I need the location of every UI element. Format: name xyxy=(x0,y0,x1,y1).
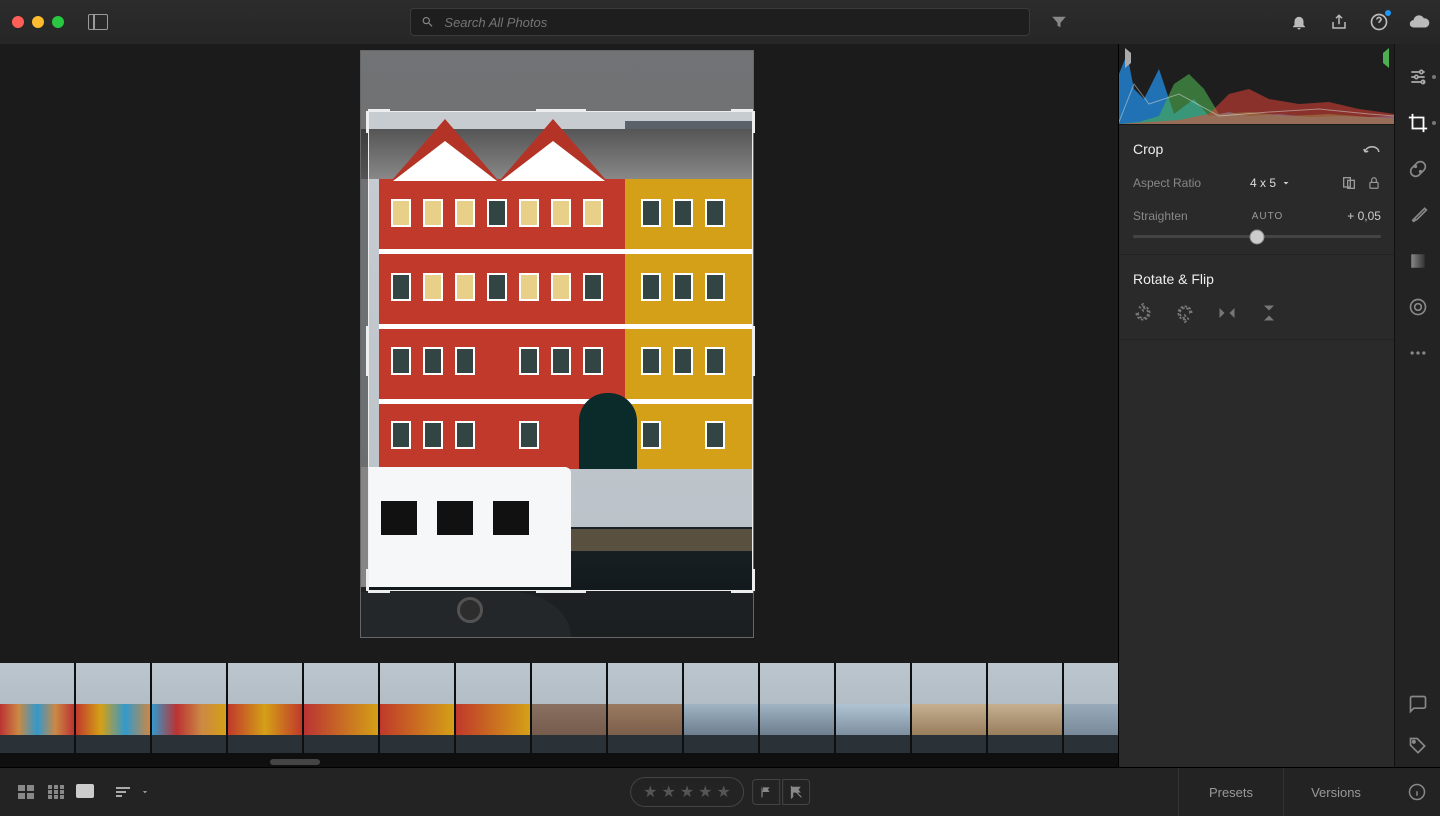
radial-gradient-icon[interactable] xyxy=(1395,284,1440,330)
minimize-window-button[interactable] xyxy=(32,16,44,28)
more-icon[interactable] xyxy=(1395,330,1440,376)
notifications-icon[interactable] xyxy=(1288,11,1310,33)
cloud-sync-icon[interactable] xyxy=(1408,11,1430,33)
histogram-clip-left-icon[interactable] xyxy=(1125,48,1141,68)
right-toolrail xyxy=(1394,44,1440,768)
histogram-clip-right-icon[interactable] xyxy=(1373,48,1389,68)
grid-view-button[interactable] xyxy=(16,784,36,800)
preset-versions-group: Presets Versions xyxy=(1178,768,1388,816)
sort-control[interactable] xyxy=(114,785,150,799)
close-window-button[interactable] xyxy=(12,16,24,28)
workspace: /*placeholder*/ xyxy=(0,44,1395,768)
straighten-label: Straighten xyxy=(1133,209,1188,223)
filmstrip-thumb[interactable] xyxy=(304,663,378,753)
rating-tools: ★★★★★ xyxy=(630,777,810,807)
crop-tool-icon[interactable] xyxy=(1395,100,1440,146)
healing-icon[interactable] xyxy=(1395,146,1440,192)
chevron-down-icon xyxy=(1280,177,1292,189)
filmstrip[interactable] xyxy=(0,663,1118,768)
filmstrip-thumb[interactable] xyxy=(0,663,74,753)
aspect-ratio-value: 4 x 5 xyxy=(1250,176,1276,190)
straighten-auto-button[interactable]: AUTO xyxy=(1252,211,1284,222)
rotate-flip-title: Rotate & Flip xyxy=(1133,271,1214,287)
filmstrip-thumb[interactable] xyxy=(912,663,986,753)
search-field[interactable] xyxy=(410,8,1030,36)
lock-aspect-icon[interactable] xyxy=(1367,175,1381,191)
filmstrip-thumb[interactable] xyxy=(152,663,226,753)
presets-button[interactable]: Presets xyxy=(1178,768,1283,816)
scrollbar-thumb[interactable] xyxy=(270,759,320,765)
straighten-value: + 0,05 xyxy=(1347,209,1381,223)
search-input[interactable] xyxy=(442,14,1019,31)
brush-icon[interactable] xyxy=(1395,192,1440,238)
canvas-column: /*placeholder*/ xyxy=(0,44,1118,768)
filmstrip-thumb[interactable] xyxy=(380,663,454,753)
filmstrip-scrollbar[interactable] xyxy=(0,758,1118,766)
filmstrip-thumb[interactable] xyxy=(760,663,834,753)
flag-pick-button[interactable] xyxy=(752,779,780,805)
help-icon[interactable] xyxy=(1368,11,1390,33)
flag-reject-button[interactable] xyxy=(782,779,810,805)
crop-panel: Crop Aspect Ratio 4 x 5 xyxy=(1118,44,1395,768)
bottombar: ★★★★★ Presets Versions xyxy=(0,767,1440,816)
fullscreen-window-button[interactable] xyxy=(52,16,64,28)
star-rating[interactable]: ★★★★★ xyxy=(630,777,744,807)
rotate-cw-icon[interactable] xyxy=(1175,303,1195,323)
info-button[interactable] xyxy=(1408,783,1426,801)
square-grid-button[interactable] xyxy=(46,784,66,800)
reset-crop-icon[interactable] xyxy=(1363,142,1381,156)
filter-button[interactable] xyxy=(1050,13,1068,31)
flip-vertical-icon[interactable] xyxy=(1259,303,1279,323)
keywords-icon[interactable] xyxy=(1395,736,1440,756)
filmstrip-thumb[interactable] xyxy=(988,663,1062,753)
edit-sliders-icon[interactable] xyxy=(1395,54,1440,100)
filmstrip-thumb[interactable] xyxy=(532,663,606,753)
straighten-slider[interactable] xyxy=(1133,235,1381,238)
chevron-down-icon xyxy=(140,787,150,797)
filmstrip-scroll[interactable] xyxy=(0,663,1118,754)
crop-section: Crop Aspect Ratio 4 x 5 xyxy=(1119,125,1395,255)
titlebar xyxy=(0,0,1440,45)
versions-button[interactable]: Versions xyxy=(1283,768,1388,816)
filmstrip-thumb[interactable] xyxy=(684,663,758,753)
aspect-ratio-label: Aspect Ratio xyxy=(1133,176,1201,190)
flip-horizontal-icon[interactable] xyxy=(1217,303,1237,323)
rotate-flip-section: Rotate & Flip xyxy=(1119,255,1395,340)
comments-icon[interactable] xyxy=(1395,694,1440,714)
window-controls xyxy=(12,16,64,28)
filmstrip-thumb[interactable] xyxy=(76,663,150,753)
linear-gradient-icon[interactable] xyxy=(1395,238,1440,284)
rotate-aspect-icon[interactable] xyxy=(1341,175,1357,191)
view-mode-group xyxy=(16,784,94,800)
canvas-zone[interactable]: /*placeholder*/ xyxy=(0,44,1118,663)
toggle-sidebar-button[interactable] xyxy=(88,14,108,30)
filmstrip-thumb[interactable] xyxy=(836,663,910,753)
detail-view-button[interactable] xyxy=(76,784,94,798)
search-icon xyxy=(421,15,434,29)
filmstrip-thumb[interactable] xyxy=(608,663,682,753)
filmstrip-thumb[interactable] xyxy=(228,663,302,753)
crop-frame[interactable] xyxy=(368,111,753,591)
header-right-tools xyxy=(1288,0,1430,44)
image-preview[interactable]: /*placeholder*/ xyxy=(360,50,754,638)
filmstrip-thumb[interactable] xyxy=(456,663,530,753)
crop-title: Crop xyxy=(1133,141,1163,157)
rotate-ccw-icon[interactable] xyxy=(1133,303,1153,323)
update-badge xyxy=(1385,10,1391,16)
filmstrip-thumb[interactable] xyxy=(1064,663,1118,753)
slider-thumb[interactable] xyxy=(1250,229,1265,244)
aspect-ratio-dropdown[interactable]: 4 x 5 xyxy=(1250,176,1292,190)
histogram[interactable] xyxy=(1119,44,1395,125)
share-icon[interactable] xyxy=(1328,11,1350,33)
